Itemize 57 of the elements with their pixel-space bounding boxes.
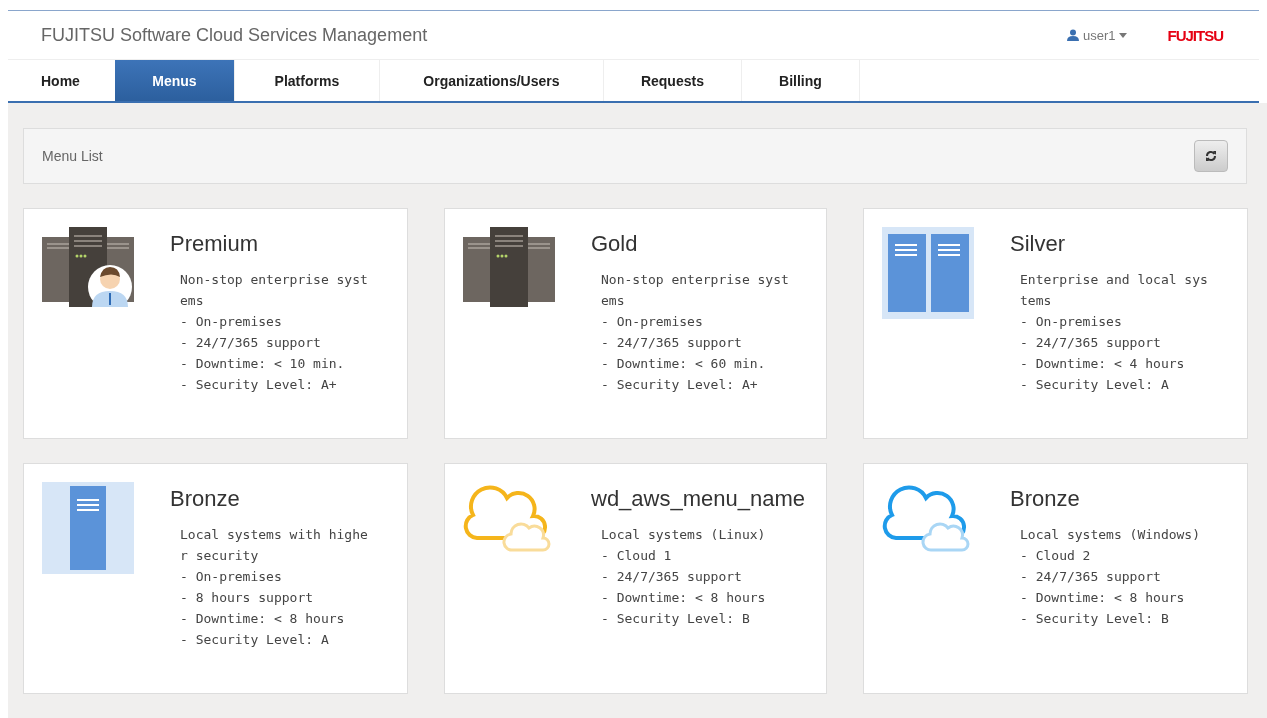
menu-name: Premium [170,231,259,257]
menu-name: wd_aws_menu_name [591,486,806,512]
menu-description: - Security Level: B [601,610,751,628]
menu-card[interactable]: wd_aws_menu_name Local systems (Linux) - Cloud 1 - 24/7/365 support - Downtime: < 8 hours - Security Level: B [444,463,827,694]
menu-description: - On-premises [180,568,283,586]
server-person-icon [42,227,134,307]
refresh-icon [1205,150,1217,162]
server-icon [882,227,974,319]
menu-description: Local systems (Linux) [601,526,767,544]
menu-card[interactable]: Bronze Local systems with higher security - On-premises - 8 hours support - Downtime: < 8 hours - Security Level: A [23,463,408,694]
logo: FUJITSU [1167,26,1223,44]
menu-description: - 24/7/365 support [180,334,322,352]
app-title: FUJITSU Software Cloud Services Management [41,24,428,46]
nav-tab[interactable]: Menus [114,60,235,101]
menu-name: Bronze [170,486,241,512]
menu-description: - Cloud 1 [601,547,673,565]
menu-card[interactable]: Gold Non-stop enterprise systems - On-premises - 24/7/365 support - Downtime: < 60 min. - Security Level: A+ [444,208,827,439]
cloud-icon [882,482,970,554]
menu-description: Local systems with higher security [180,526,368,565]
menu-description: - Downtime: < 60 min. [601,355,767,373]
user-menu[interactable]: user1 [1066,27,1128,43]
menu-description: - Security Level: A+ [601,376,759,394]
menu-name: Bronze [1010,486,1081,512]
menu-description: - On-premises [180,313,283,331]
menu-description: - Downtime: < 4 hours [1020,355,1186,373]
menu-description: - Security Level: A+ [180,376,338,394]
menu-card[interactable]: Premium Non-stop enterprise systems - On-premises - 24/7/365 support - Downtime: < 10 min. - Security Level: A+ [23,208,408,439]
menu-description: - Security Level: A [1020,376,1170,394]
menu-description: Non-stop enterprise systems [601,271,789,310]
menu-name: Gold [591,231,639,257]
menu-description: Enterprise and local systems [1020,271,1208,310]
menu-description: - 24/7/365 support [601,334,743,352]
menu-description: Non-stop enterprise systems [180,271,368,310]
server-icon [463,227,555,307]
menu-description: - Downtime: < 8 hours [1020,589,1186,607]
menu-description: - Security Level: B [1020,610,1170,628]
cloud-icon [463,482,551,554]
menu-description: - Cloud 2 [1020,547,1092,565]
menu-description: - 8 hours support [180,589,315,607]
menu-description: - Downtime: < 10 min. [180,355,346,373]
menu-description: Local systems (Windows) [1020,526,1201,544]
menu-description: - On-premises [1020,313,1123,331]
menu-name: Silver [1010,231,1066,257]
server-icon [42,482,134,574]
menu-card[interactable]: Silver Enterprise and local systems - On-premises - 24/7/365 support - Downtime: < 4 hours - Security Level: A [863,208,1248,439]
menu-description: - Downtime: < 8 hours [601,589,767,607]
panel-title: Menu List [42,148,103,164]
menu-description: - On-premises [601,313,704,331]
caret-icon [1119,32,1128,38]
menu-description: - 24/7/365 support [1020,568,1162,586]
menu-description: - 24/7/365 support [601,568,743,586]
refresh-button[interactable] [1194,140,1228,172]
user-icon [1066,29,1079,41]
menu-description: - 24/7/365 support [1020,334,1162,352]
menu-description: - Security Level: A [180,631,330,649]
menu-description: - Downtime: < 8 hours [180,610,346,628]
menu-card[interactable]: Bronze Local systems (Windows) - Cloud 2 - 24/7/365 support - Downtime: < 8 hours - Security Level: B [863,463,1248,694]
